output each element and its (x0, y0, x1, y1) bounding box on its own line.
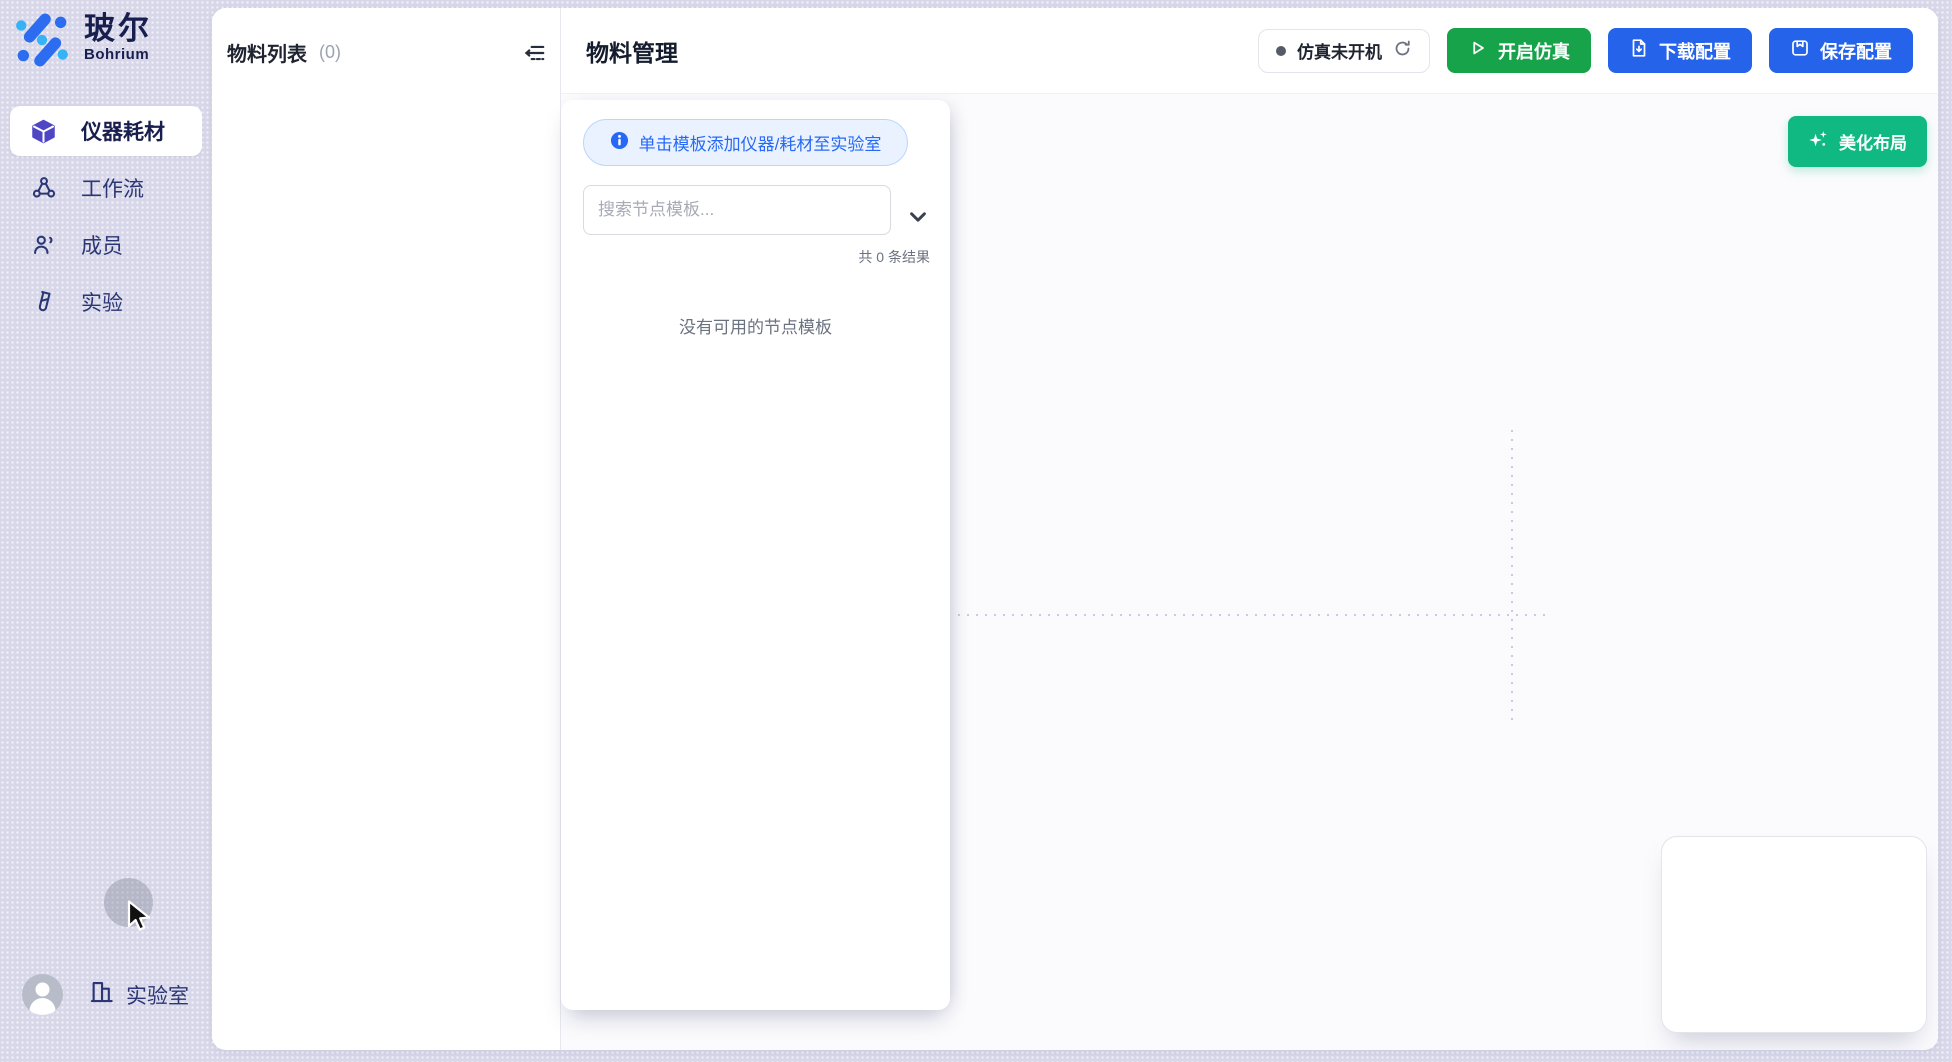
results-count: 共 0 条结果 (858, 247, 930, 267)
alignment-guide-horizontal (958, 614, 1550, 616)
sidebar-item-experiments[interactable]: 实验 (10, 277, 202, 327)
flow-canvas[interactable]: 单击模板添加仪器/耗材至实验室 共 0 条结果 没有可用的节点模板 (561, 94, 1938, 1050)
template-hint-text: 单击模板添加仪器/耗材至实验室 (639, 130, 882, 155)
simulation-status-pill[interactable]: 仿真未开机 (1258, 29, 1430, 73)
brand-name-zh: 玻尔 (84, 12, 152, 46)
alignment-guide-vertical (1511, 430, 1513, 720)
sidebar-bottom: 实验室 (0, 982, 212, 1062)
building-icon (88, 978, 115, 1011)
content-card: 物料列表 (0) 物料管理 仿真未开机 (212, 8, 1938, 1050)
sidebar-item-label: 成员 (81, 230, 123, 260)
save-config-button[interactable]: 保存配置 (1769, 28, 1913, 73)
download-config-label: 下载配置 (1659, 38, 1731, 64)
beautify-layout-label: 美化布局 (1839, 129, 1907, 154)
search-input[interactable] (583, 185, 891, 235)
play-icon (1468, 38, 1488, 63)
refresh-icon[interactable] (1393, 39, 1412, 63)
template-panel: 单击模板添加仪器/耗材至实验室 共 0 条结果 没有可用的节点模板 (561, 100, 950, 1010)
avatar[interactable] (22, 974, 63, 1015)
sparkles-icon (1808, 129, 1829, 155)
start-simulation-button[interactable]: 开启仿真 (1447, 28, 1591, 73)
brand-text: 玻尔 Bohrium (84, 12, 152, 63)
main-header: 物料管理 仿真未开机 (561, 8, 1938, 94)
minimap[interactable] (1661, 836, 1927, 1033)
sidebar-item-workflow[interactable]: 工作流 (10, 163, 202, 213)
download-config-button[interactable]: 下载配置 (1608, 28, 1752, 73)
chevron-down-icon[interactable] (905, 204, 931, 230)
sidebar-item-instruments[interactable]: 仪器耗材 (10, 106, 202, 156)
members-icon (30, 232, 57, 259)
brand-name-en: Bohrium (84, 46, 152, 63)
beautify-layout-button[interactable]: 美化布局 (1788, 116, 1927, 167)
bohrium-logo-icon (14, 12, 70, 73)
material-list-count: (0) (319, 42, 341, 63)
lab-label: 实验室 (126, 980, 189, 1010)
empty-templates-message: 没有可用的节点模板 (561, 313, 950, 338)
info-icon (610, 131, 629, 155)
brand: 玻尔 Bohrium (14, 12, 152, 73)
material-list-header: 物料列表 (0) (227, 38, 548, 67)
start-simulation-label: 开启仿真 (1498, 38, 1570, 64)
experiment-icon (30, 289, 57, 316)
app-root: 玻尔 Bohrium 仪器耗材 (0, 0, 1952, 1062)
workflow-icon (30, 175, 57, 202)
collapse-panel-icon[interactable] (522, 40, 548, 66)
header-actions: 仿真未开机 开启仿真 (1258, 28, 1913, 73)
status-dot-icon (1276, 46, 1286, 56)
save-config-label: 保存配置 (1820, 38, 1892, 64)
sidebar-item-label: 仪器耗材 (81, 116, 165, 146)
material-list-panel: 物料列表 (0) (212, 8, 560, 1050)
sidebar-item-label: 实验 (81, 287, 123, 317)
page-title: 物料管理 (586, 34, 678, 68)
sidebar-item-label: 工作流 (81, 173, 144, 203)
material-list-title: 物料列表 (227, 38, 307, 67)
simulation-status-label: 仿真未开机 (1297, 38, 1382, 63)
mouse-cursor (126, 900, 156, 939)
sidebar-item-lab[interactable]: 实验室 (88, 978, 189, 1011)
cube-icon (30, 118, 57, 145)
template-hint-banner[interactable]: 单击模板添加仪器/耗材至实验室 (583, 119, 908, 166)
sidebar-item-members[interactable]: 成员 (10, 220, 202, 270)
sidebar-nav: 仪器耗材 工作流 成员 (10, 106, 202, 334)
file-download-icon (1629, 38, 1649, 63)
save-icon (1790, 38, 1810, 63)
